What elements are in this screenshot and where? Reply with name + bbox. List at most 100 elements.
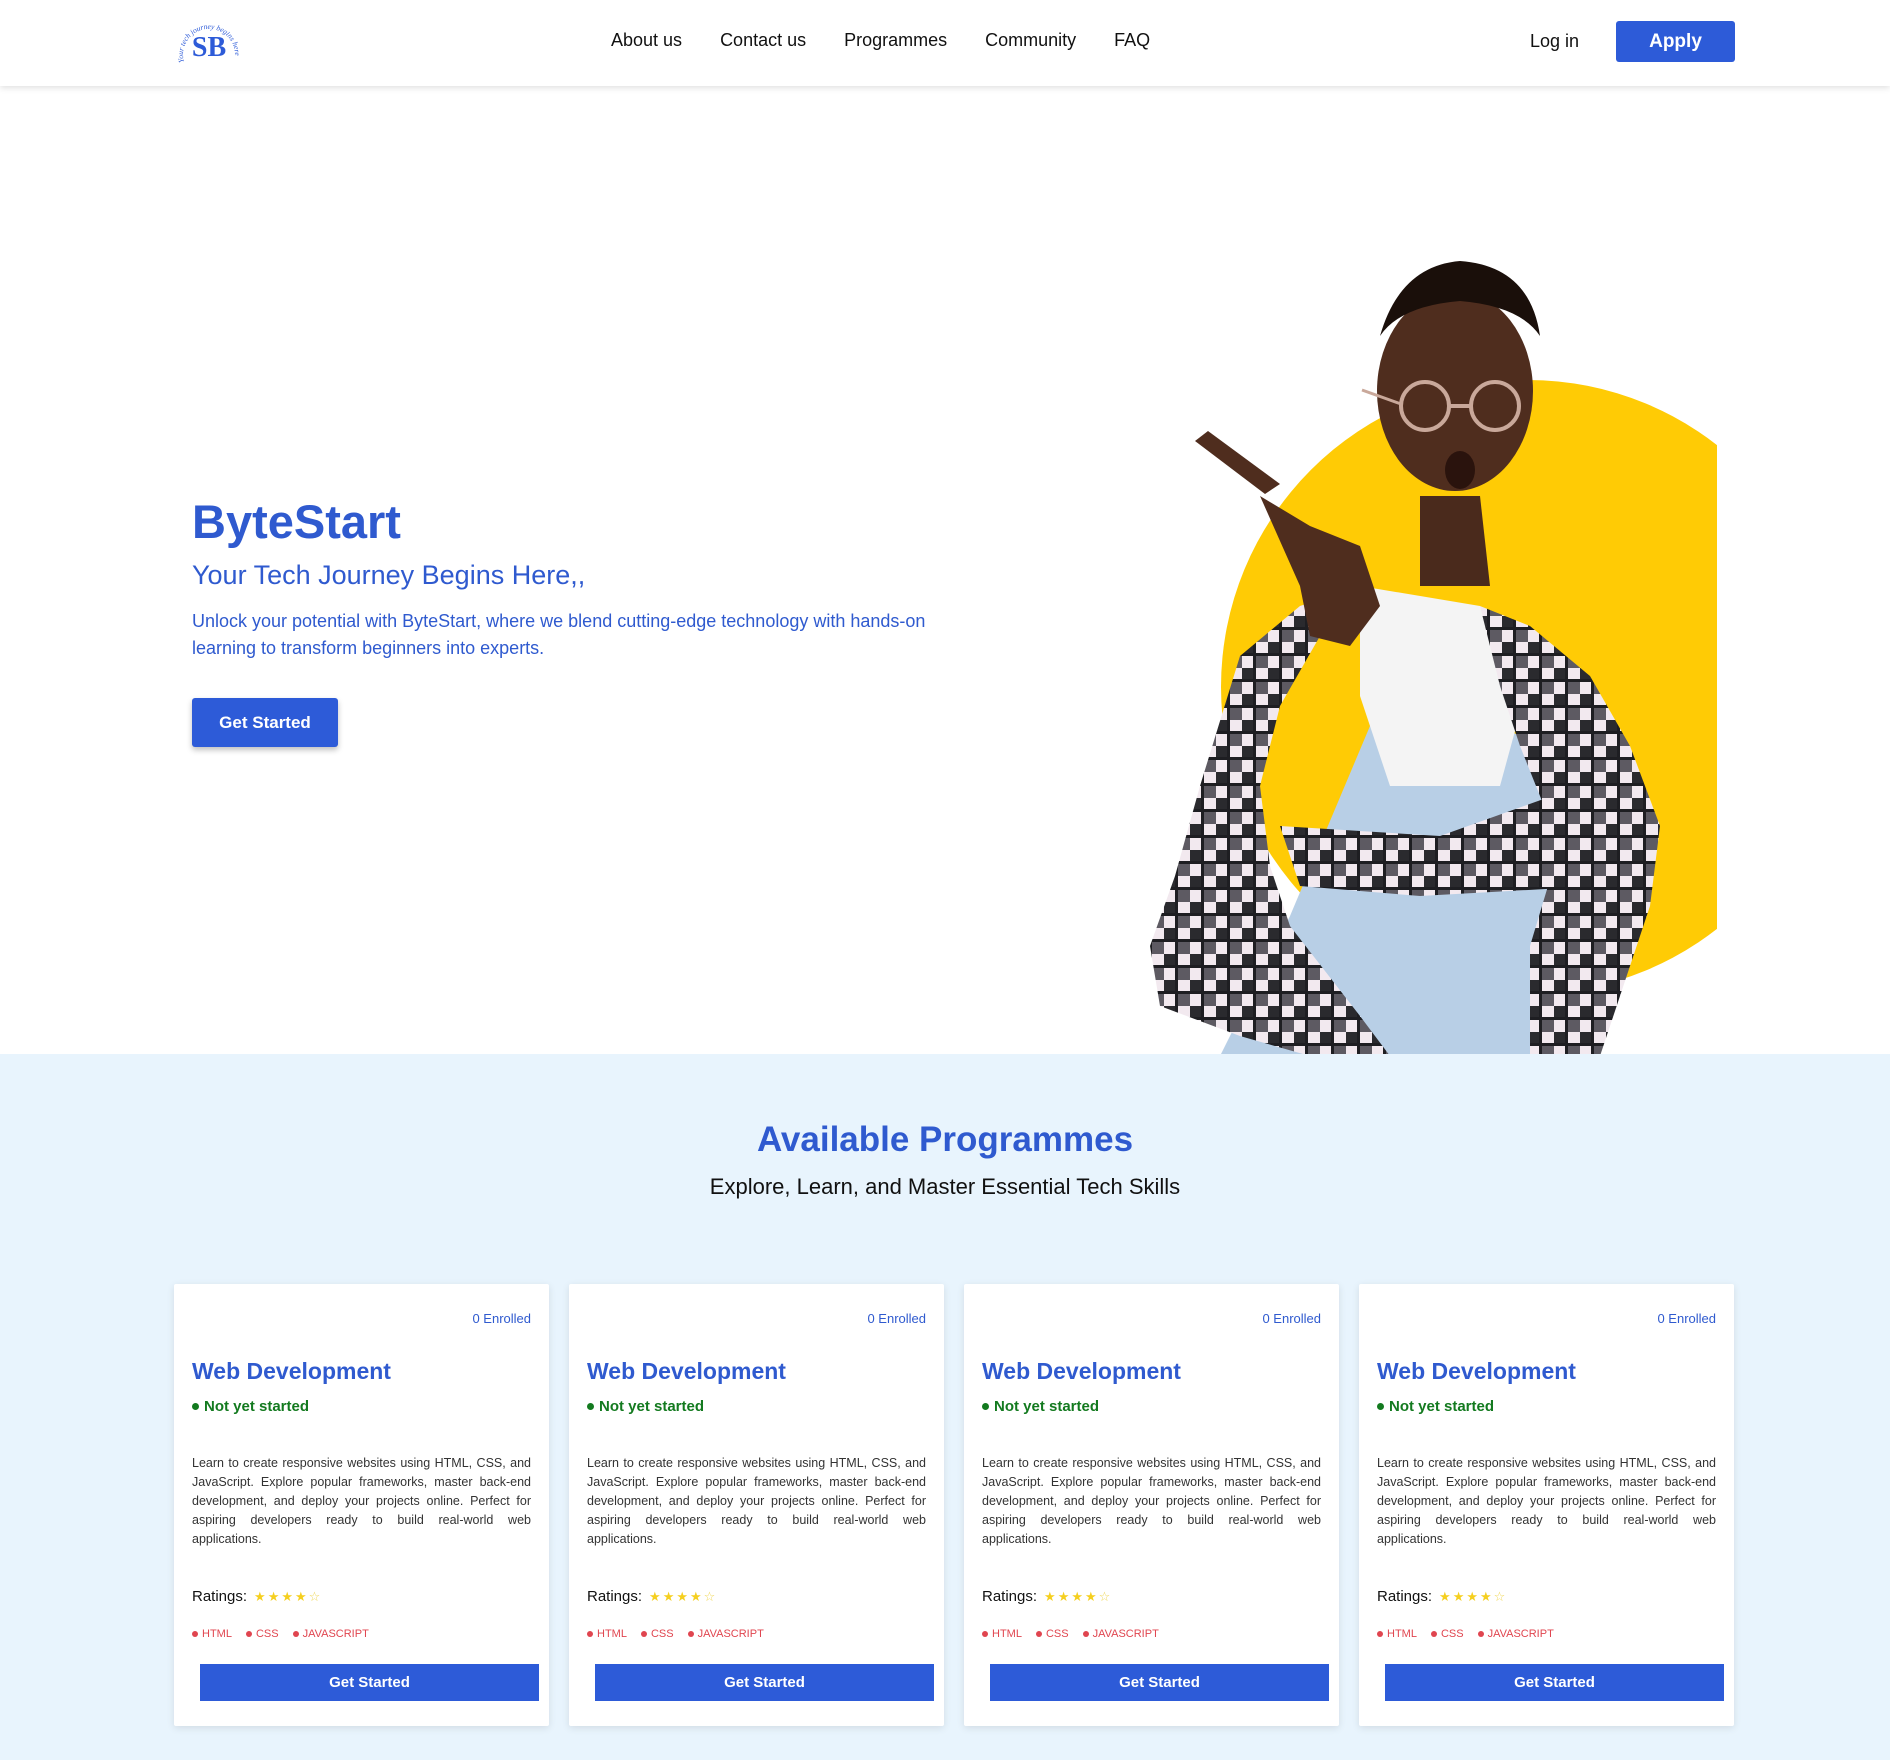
tag-label: HTML — [597, 1628, 627, 1640]
star-filled-icon: ★ — [649, 1588, 663, 1604]
tag-dot-icon — [245, 1631, 252, 1637]
programme-status: Not yet started — [982, 1398, 1099, 1415]
programme-description: Learn to create responsive websites usin… — [192, 1456, 531, 1546]
nav-link-community[interactable]: Community — [985, 30, 1076, 51]
star-filled-icon: ★ — [254, 1588, 268, 1604]
enrolled-count: 0 Enrolled — [1262, 1311, 1321, 1326]
tag-html: HTML — [1377, 1628, 1417, 1640]
top-navbar: Your tech journey begins here SB About u… — [0, 0, 1890, 86]
star-empty-icon: ☆ — [1098, 1588, 1113, 1604]
tag-dot-icon — [587, 1631, 593, 1637]
nav-link-about[interactable]: About us — [611, 30, 682, 51]
hero-title: ByteStart — [192, 495, 401, 548]
tag-label: JAVASCRIPT — [1487, 1628, 1554, 1640]
enrolled-count: 0 Enrolled — [867, 1311, 926, 1326]
star-filled-icon: ★ — [662, 1588, 677, 1604]
programme-ratings: Ratings: ★★★★☆ — [1377, 1588, 1507, 1605]
login-link[interactable]: Log in — [1530, 31, 1579, 52]
programme-title[interactable]: Web Development — [1377, 1358, 1576, 1385]
status-label: Not yet started — [994, 1398, 1100, 1415]
ratings-label: Ratings: — [1377, 1588, 1433, 1605]
star-empty-icon: ☆ — [1493, 1588, 1508, 1604]
programmes-section: Available Programmes Explore, Learn, and… — [0, 1054, 1890, 1760]
tag-label: CSS — [1440, 1628, 1464, 1640]
tag-javascript: JAVASCRIPT — [687, 1628, 764, 1640]
tag-dot-icon — [1377, 1631, 1383, 1637]
programmes-title: Available Programmes — [756, 1120, 1134, 1159]
programme-tags: HTML CSS JAVASCRIPT — [982, 1628, 1159, 1640]
card-get-started-button[interactable]: Get Started — [990, 1664, 1329, 1701]
programme-title[interactable]: Web Development — [587, 1358, 786, 1385]
tag-dot-icon — [1035, 1631, 1042, 1637]
tag-dot-icon — [982, 1631, 988, 1637]
logo-mark: SB — [192, 32, 226, 63]
ratings-label: Ratings: — [982, 1588, 1038, 1605]
programme-description: Learn to create responsive websites usin… — [1377, 1456, 1716, 1546]
tag-label: CSS — [1045, 1628, 1069, 1640]
card-get-started-button[interactable]: Get Started — [595, 1664, 934, 1701]
tag-label: JAVASCRIPT — [1092, 1628, 1159, 1640]
star-filled-icon: ★ — [676, 1588, 690, 1604]
programme-ratings: Ratings: ★★★★☆ — [192, 1588, 322, 1605]
status-dot-icon — [587, 1403, 594, 1410]
star-filled-icon: ★ — [1439, 1588, 1453, 1604]
star-filled-icon: ★ — [1452, 1588, 1467, 1604]
programme-tags: HTML CSS JAVASCRIPT — [587, 1628, 764, 1640]
programme-ratings: Ratings: ★★★★☆ — [982, 1588, 1112, 1605]
star-empty-icon: ☆ — [308, 1588, 323, 1604]
tag-dot-icon — [1082, 1631, 1089, 1637]
hero-description: Unlock your potential with ByteStart, wh… — [192, 611, 926, 658]
programme-tags: HTML CSS JAVASCRIPT — [192, 1628, 369, 1640]
programme-tags: HTML CSS JAVASCRIPT — [1377, 1628, 1554, 1640]
star-filled-icon: ★ — [267, 1588, 282, 1604]
status-dot-icon — [1377, 1403, 1384, 1410]
tag-dot-icon — [1430, 1631, 1437, 1637]
tag-label: HTML — [1387, 1628, 1417, 1640]
tag-javascript: JAVASCRIPT — [1477, 1628, 1554, 1640]
star-rating: ★★★★☆ — [1439, 1589, 1507, 1605]
programme-title[interactable]: Web Development — [192, 1358, 391, 1385]
star-filled-icon: ★ — [1044, 1588, 1058, 1604]
programme-description: Learn to create responsive websites usin… — [982, 1456, 1321, 1546]
nav-link-contact[interactable]: Contact us — [720, 30, 806, 51]
hero-get-started-button[interactable]: Get Started — [192, 698, 338, 747]
programme-description: Learn to create responsive websites usin… — [587, 1456, 926, 1546]
status-label: Not yet started — [204, 1398, 310, 1415]
card-get-started-button[interactable]: Get Started — [1385, 1664, 1724, 1701]
tag-css: CSS — [1430, 1628, 1464, 1640]
status-dot-icon — [982, 1403, 989, 1410]
star-filled-icon: ★ — [281, 1588, 295, 1604]
programme-status: Not yet started — [1377, 1398, 1494, 1415]
ratings-label: Ratings: — [192, 1588, 248, 1605]
tag-html: HTML — [192, 1628, 232, 1640]
star-filled-icon: ★ — [1071, 1588, 1085, 1604]
tag-label: HTML — [992, 1628, 1022, 1640]
tag-dot-icon — [192, 1631, 198, 1637]
bytestart-logo[interactable]: Your tech journey begins here SB — [174, 12, 244, 74]
hero-person-illustration — [1150, 261, 1717, 1056]
status-label: Not yet started — [599, 1398, 705, 1415]
programme-status: Not yet started — [587, 1398, 704, 1415]
programme-card: 0 Enrolled Web Development Not yet start… — [569, 1284, 944, 1726]
status-label: Not yet started — [1389, 1398, 1495, 1415]
tag-label: CSS — [255, 1628, 279, 1640]
card-get-started-button[interactable]: Get Started — [200, 1664, 539, 1701]
apply-button[interactable]: Apply — [1616, 21, 1735, 62]
nav-link-faq[interactable]: FAQ — [1114, 30, 1150, 51]
programme-ratings: Ratings: ★★★★☆ — [587, 1588, 717, 1605]
nav-link-programmes[interactable]: Programmes — [844, 30, 947, 51]
tag-dot-icon — [687, 1631, 694, 1637]
programme-title[interactable]: Web Development — [982, 1358, 1181, 1385]
tag-label: JAVASCRIPT — [697, 1628, 764, 1640]
programme-card: 0 Enrolled Web Development Not yet start… — [1359, 1284, 1734, 1726]
star-filled-icon: ★ — [1480, 1588, 1494, 1604]
tag-dot-icon — [1477, 1631, 1484, 1637]
hero-section: ByteStart Your Tech Journey Begins Here,… — [0, 86, 1890, 1056]
star-filled-icon: ★ — [1466, 1588, 1480, 1604]
star-filled-icon: ★ — [690, 1588, 704, 1604]
star-rating: ★★★★☆ — [1044, 1589, 1112, 1605]
tag-label: HTML — [202, 1628, 232, 1640]
programme-status: Not yet started — [192, 1398, 309, 1415]
tag-label: CSS — [650, 1628, 674, 1640]
tag-javascript: JAVASCRIPT — [292, 1628, 369, 1640]
